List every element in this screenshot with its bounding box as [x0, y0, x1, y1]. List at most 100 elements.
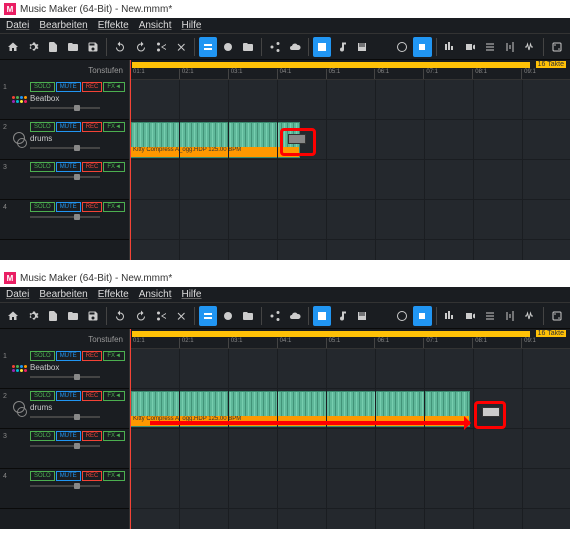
- loop-region[interactable]: [132, 62, 530, 68]
- cut-icon[interactable]: [152, 306, 170, 326]
- dice-icon[interactable]: [548, 306, 566, 326]
- menubar: Datei Bearbeiten Effekte Ansicht Hilfe: [0, 287, 570, 303]
- volume-slider[interactable]: [30, 216, 100, 218]
- folder-icon[interactable]: [239, 37, 257, 57]
- mute-button[interactable]: MUTE: [56, 82, 81, 92]
- arrange-area[interactable]: 16 Takte 01:1 02:1 03:1 04:1 05:1 06:1 0…: [130, 329, 570, 529]
- timeline: Tonstufen 1 SOLOMUTERECFX◄ Beatbox 2 SOL…: [0, 60, 570, 260]
- folder-icon[interactable]: [239, 306, 257, 326]
- home-icon[interactable]: [4, 37, 22, 57]
- share-icon[interactable]: [266, 306, 284, 326]
- wave-icon[interactable]: [521, 37, 539, 57]
- track-1[interactable]: 1 SOLOMUTERECFX◄ Beatbox: [0, 80, 129, 120]
- menu-hilfe[interactable]: Hilfe: [181, 20, 201, 31]
- dice-icon[interactable]: [548, 37, 566, 57]
- open-icon[interactable]: [64, 37, 82, 57]
- sliders-icon[interactable]: [373, 37, 391, 57]
- menu-datei[interactable]: Datei: [6, 289, 29, 300]
- loop-region[interactable]: [132, 331, 530, 337]
- cloud-icon[interactable]: [286, 306, 304, 326]
- menu-effekte[interactable]: Effekte: [98, 289, 129, 300]
- menu-bearbeiten[interactable]: Bearbeiten: [39, 289, 87, 300]
- eq-icon[interactable]: [501, 37, 519, 57]
- solo-button[interactable]: SOLO: [30, 82, 55, 92]
- delete-icon[interactable]: [172, 306, 190, 326]
- video-icon[interactable]: [461, 306, 479, 326]
- record-icon[interactable]: [219, 37, 237, 57]
- menu-ansicht[interactable]: Ansicht: [139, 289, 172, 300]
- grid: Kitty Compress A_ogg.HDP 125.00 BPM: [130, 349, 570, 529]
- window-title: Music Maker (64-Bit) - New.mmm*: [20, 4, 172, 15]
- menu-hilfe[interactable]: Hilfe: [181, 289, 201, 300]
- home-icon[interactable]: [4, 306, 22, 326]
- titlebar: M Music Maker (64-Bit) - New.mmm*: [0, 269, 570, 287]
- gear-icon[interactable]: [24, 37, 42, 57]
- ruler[interactable]: 16 Takte 01:1 02:1 03:1 04:1 05:1 06:1 0…: [130, 60, 570, 80]
- music-icon[interactable]: [333, 37, 351, 57]
- delete-icon[interactable]: [172, 37, 190, 57]
- volume-slider[interactable]: [30, 485, 100, 487]
- volume-slider[interactable]: [30, 147, 100, 149]
- cut-icon[interactable]: [152, 37, 170, 57]
- open-icon[interactable]: [64, 306, 82, 326]
- tool-blue-1-icon[interactable]: [199, 306, 217, 326]
- track-header: Tonstufen: [0, 329, 129, 349]
- eq-icon[interactable]: [501, 306, 519, 326]
- fx-icon[interactable]: [393, 37, 411, 57]
- redo-icon[interactable]: [131, 306, 149, 326]
- track-panel: Tonstufen 1 SOLOMUTERECFX◄ Beatbox 2 SOL…: [0, 329, 130, 529]
- menu-datei[interactable]: Datei: [6, 20, 29, 31]
- audio-clip[interactable]: Kitty Compress A_ogg.HDP 125.00 BPM: [130, 122, 300, 158]
- track-4[interactable]: 4 SOLOMUTERECFX◄: [0, 200, 129, 240]
- menu-ansicht[interactable]: Ansicht: [139, 20, 172, 31]
- fx-button[interactable]: FX◄: [103, 82, 125, 92]
- arrange-area[interactable]: 16 Takte 01:1 02:1 03:1 04:1 05:1 06:1 0…: [130, 60, 570, 260]
- track-2[interactable]: 2 SOLOMUTERECFX◄ drums: [0, 389, 129, 429]
- track-3[interactable]: 3 SOLOMUTERECFX◄: [0, 160, 129, 200]
- cloud-icon[interactable]: [286, 37, 304, 57]
- rec-button[interactable]: REC: [82, 82, 103, 92]
- sliders-icon[interactable]: [373, 306, 391, 326]
- list-icon[interactable]: [481, 37, 499, 57]
- menu-effekte[interactable]: Effekte: [98, 20, 129, 31]
- track-4[interactable]: 4 SOLOMUTERECFX◄: [0, 469, 129, 509]
- piano-icon[interactable]: [353, 306, 371, 326]
- track-2[interactable]: 2 SOLOMUTERECFX◄ drums: [0, 120, 129, 160]
- save-icon[interactable]: [84, 37, 102, 57]
- undo-icon[interactable]: [111, 37, 129, 57]
- volume-slider[interactable]: [30, 416, 100, 418]
- playhead[interactable]: [130, 60, 131, 260]
- new-icon[interactable]: [44, 37, 62, 57]
- bars-icon[interactable]: [440, 306, 458, 326]
- undo-icon[interactable]: [111, 306, 129, 326]
- bars-icon[interactable]: [440, 37, 458, 57]
- video-icon[interactable]: [461, 37, 479, 57]
- save-icon[interactable]: [84, 306, 102, 326]
- tool-blue-3-icon[interactable]: [413, 306, 431, 326]
- fx-icon[interactable]: [393, 306, 411, 326]
- volume-slider[interactable]: [30, 376, 100, 378]
- tool-blue-3-icon[interactable]: [413, 37, 431, 57]
- new-icon[interactable]: [44, 306, 62, 326]
- tool-blue-2-icon[interactable]: [313, 37, 331, 57]
- wave-icon[interactable]: [521, 306, 539, 326]
- redo-icon[interactable]: [131, 37, 149, 57]
- volume-slider[interactable]: [30, 176, 100, 178]
- piano-icon[interactable]: [353, 37, 371, 57]
- beatbox-icon: [10, 349, 28, 388]
- record-icon[interactable]: [219, 306, 237, 326]
- volume-slider[interactable]: [30, 445, 100, 447]
- ruler[interactable]: 16 Takte 01:1 02:1 03:1 04:1 05:1 06:1 0…: [130, 329, 570, 349]
- gear-icon[interactable]: [24, 306, 42, 326]
- share-icon[interactable]: [266, 37, 284, 57]
- tool-blue-2-icon[interactable]: [313, 306, 331, 326]
- playhead[interactable]: [130, 329, 131, 529]
- volume-slider[interactable]: [30, 107, 100, 109]
- list-icon[interactable]: [481, 306, 499, 326]
- track-3[interactable]: 3 SOLOMUTERECFX◄: [0, 429, 129, 469]
- music-icon[interactable]: [333, 306, 351, 326]
- tool-blue-1-icon[interactable]: [199, 37, 217, 57]
- menu-bearbeiten[interactable]: Bearbeiten: [39, 20, 87, 31]
- highlight-box: [280, 128, 316, 156]
- track-1[interactable]: 1 SOLOMUTERECFX◄ Beatbox: [0, 349, 129, 389]
